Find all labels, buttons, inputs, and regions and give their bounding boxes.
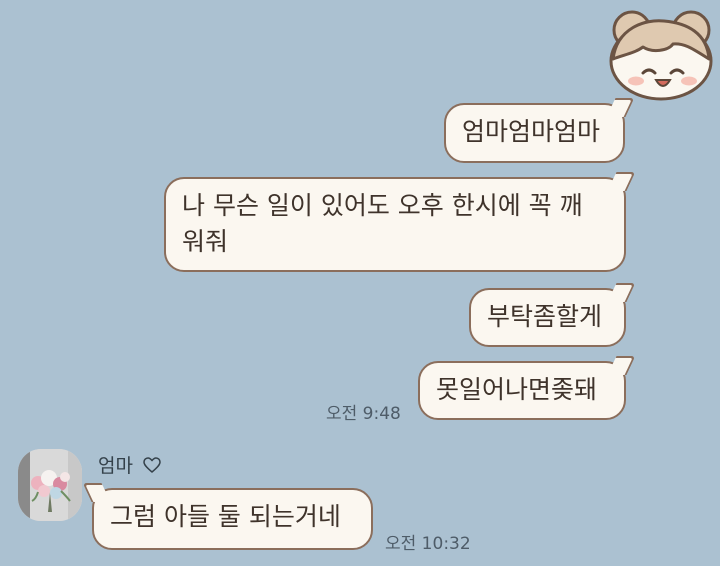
received-message-bubble[interactable]: 그럼 아들 둘 되는거네	[92, 488, 373, 550]
message-timestamp: 오전 9:48	[326, 404, 401, 424]
sender-name-row: 엄마	[98, 454, 161, 478]
sent-message-bubble[interactable]: 나 무슨 일이 있어도 오후 한시에 꼭 깨 워줘	[164, 177, 626, 272]
sender-avatar[interactable]	[18, 449, 82, 521]
sent-message-bubble[interactable]: 부탁좀할게	[469, 288, 626, 347]
sent-message-bubble[interactable]: 못일어나면좆돼	[418, 361, 626, 420]
sender-name: 엄마	[98, 455, 133, 477]
heart-outline-icon	[143, 457, 161, 473]
message-timestamp: 오전 10:32	[385, 534, 471, 554]
sent-message-bubble[interactable]: 엄마엄마엄마	[444, 103, 625, 163]
bear-face-sticker-icon[interactable]	[605, 5, 717, 103]
chat-screen: 엄마엄마엄마 나 무슨 일이 있어도 오후 한시에 꼭 깨 워줘 부탁좀할게 못…	[0, 0, 720, 566]
flower-bouquet-photo-icon	[18, 449, 82, 521]
